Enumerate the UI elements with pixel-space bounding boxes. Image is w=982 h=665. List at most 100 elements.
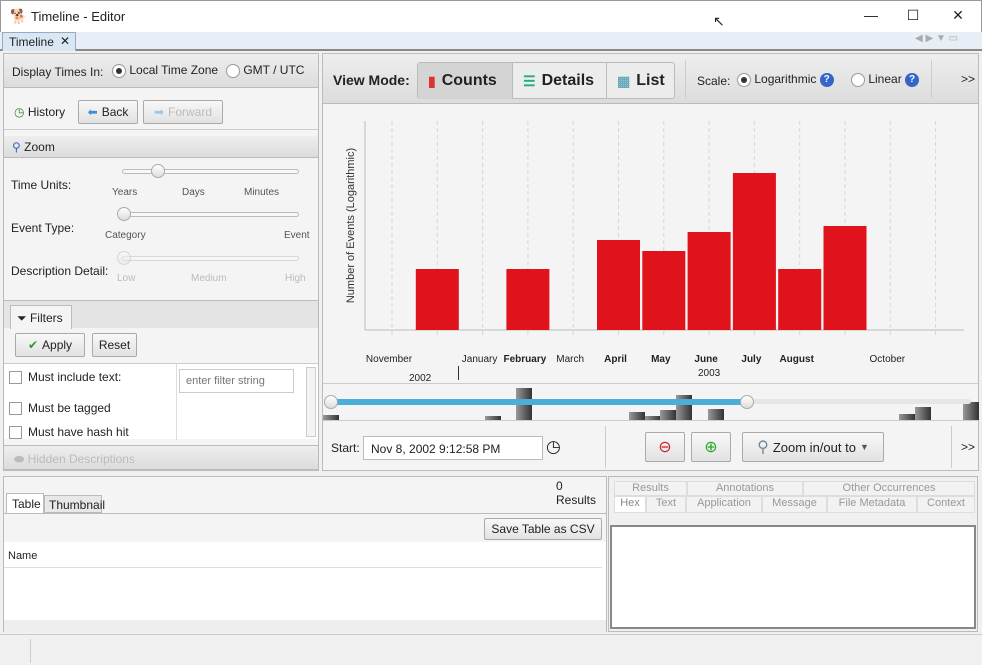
- save-csv-button[interactable]: Save Table as CSV: [484, 518, 602, 540]
- filter-text-input[interactable]: [179, 369, 294, 393]
- tab-thumbnail[interactable]: Thumbnail: [44, 495, 105, 513]
- tab-file-metadata[interactable]: File Metadata: [827, 496, 917, 513]
- details-icon: ☰: [523, 72, 536, 89]
- maximize-button[interactable]: ☐: [903, 7, 923, 27]
- tab-context[interactable]: Context: [917, 496, 975, 513]
- zoom-header[interactable]: ⚲ Zoom: [4, 136, 318, 158]
- tab-nav-icons[interactable]: ◀ ▶ ▼ ▭: [915, 33, 958, 44]
- start-date-input[interactable]: Nov 8, 2002 9:12:58 PM: [363, 436, 543, 460]
- histogram-bar: [645, 416, 661, 420]
- histogram-bar: [899, 414, 915, 420]
- timeline-panel: View Mode: ▮ Counts ☰ Details ▦ List Scale:…: [322, 53, 979, 471]
- results-count: 0 Results: [556, 479, 597, 507]
- details-mode-button[interactable]: ☰ Details: [513, 63, 607, 99]
- time-units-slider[interactable]: [122, 169, 299, 174]
- status-bar: [0, 634, 982, 665]
- zoom-to-dropdown[interactable]: ⚲ Zoom in/out to ▼: [742, 432, 884, 462]
- back-button[interactable]: ⬅ Back: [78, 100, 138, 124]
- filter-scrollbar[interactable]: [306, 367, 316, 437]
- close-tab-icon[interactable]: ✕: [60, 34, 70, 48]
- range-end-handle[interactable]: [740, 395, 754, 409]
- counts-mode-button[interactable]: ▮ Counts: [418, 63, 513, 99]
- local-tz-radio[interactable]: Local Time Zone: [112, 63, 218, 78]
- counts-chart: Number of Events (Logarithmic): [345, 121, 964, 335]
- view-toolbar: View Mode: ▮ Counts ☰ Details ▦ List Scale:…: [323, 54, 978, 104]
- description-detail-label: Description Detail:: [11, 264, 109, 278]
- linear-radio[interactable]: Linear ?: [851, 72, 920, 87]
- month-label: April: [604, 354, 627, 365]
- tab-annotations[interactable]: Annotations: [687, 481, 803, 496]
- month-label: June: [694, 354, 718, 365]
- reset-button[interactable]: Reset: [92, 333, 137, 357]
- zoom-out-button[interactable]: ⊖: [645, 432, 685, 462]
- close-button[interactable]: ✕: [948, 7, 968, 27]
- tab-timeline[interactable]: Timeline ✕: [2, 32, 76, 51]
- month-label: November: [365, 354, 413, 365]
- tab-table[interactable]: Table: [6, 493, 44, 513]
- month-label: January: [461, 354, 498, 365]
- event-type-label: Event Type:: [11, 221, 75, 235]
- content-viewer: Results Annotations Other Occurrences He…: [608, 476, 978, 632]
- view-mode-label: View Mode:: [333, 72, 410, 88]
- description-detail-slider: [122, 256, 299, 261]
- minimize-button[interactable]: —: [861, 7, 881, 27]
- bar-september-2003: [823, 226, 867, 330]
- eye-icon: ⬬: [14, 452, 25, 466]
- start-label: Start:: [331, 441, 360, 455]
- timezone-bar: Display Times In: Local Time Zone GMT / …: [4, 54, 318, 88]
- tab-hex[interactable]: Hex: [614, 496, 646, 513]
- magnifier-icon: ⚲: [12, 140, 21, 154]
- bar-may-2003: [642, 251, 686, 330]
- range-slider[interactable]: [323, 383, 979, 421]
- tab-other-occurrences[interactable]: Other Occurrences: [803, 481, 975, 496]
- tab-label: Timeline: [9, 35, 54, 49]
- bar-august-2003: [778, 269, 822, 330]
- back-arrow-icon: ⬅: [87, 105, 98, 119]
- editor-tab-bar: Timeline ✕ ◀ ▶ ▼ ▭: [0, 32, 982, 51]
- forward-button[interactable]: ➡ Forward: [143, 100, 223, 124]
- month-label: July: [741, 354, 762, 365]
- forward-arrow-icon: ➡: [153, 105, 165, 119]
- histogram-bar: [963, 402, 979, 420]
- filter-item[interactable]: Must have hash hit: [9, 425, 129, 440]
- more-toolbar-button[interactable]: >>: [961, 72, 975, 86]
- range-start-handle[interactable]: [324, 395, 338, 409]
- filter-item[interactable]: Must include text:: [9, 370, 121, 385]
- list-mode-button[interactable]: ▦ List: [607, 63, 675, 99]
- hidden-descriptions-header[interactable]: ⬬ Hidden Descriptions: [4, 445, 318, 470]
- tab-filters[interactable]: ⏷ Filters: [10, 305, 72, 329]
- bottom-toolbar: Start: Nov 8, 2002 9:12:58 PM ◷ ⊖ ⊕ ⚲ Zoo…: [323, 422, 978, 470]
- magnifier-icon: ⚲: [757, 439, 769, 456]
- gmt-radio[interactable]: GMT / UTC: [226, 63, 304, 78]
- scale-label: Scale:: [697, 74, 731, 88]
- tab-text[interactable]: Text: [646, 496, 686, 513]
- tab-application[interactable]: Application: [686, 496, 762, 513]
- histogram-bar: [660, 410, 676, 420]
- event-type-slider[interactable]: [122, 212, 299, 217]
- display-times-label: Display Times In:: [12, 65, 104, 79]
- bar-june-2003: [687, 232, 731, 330]
- filter-item[interactable]: Must be tagged: [9, 401, 111, 416]
- more-bottom-button[interactable]: >>: [961, 440, 975, 454]
- apply-button[interactable]: ✔ Apply: [15, 333, 85, 357]
- year-label: 2003: [698, 368, 721, 379]
- logarithmic-radio[interactable]: Logarithmic ?: [737, 72, 834, 87]
- clock-icon[interactable]: ◷: [546, 437, 561, 457]
- tab-message[interactable]: Message: [762, 496, 827, 513]
- table-icon: ▦: [617, 72, 631, 89]
- bar-july-2003: [732, 173, 776, 330]
- filter-list: Must include text: Must be tagged Must h…: [4, 363, 318, 440]
- event-type-thumb[interactable]: [117, 207, 131, 221]
- history-label: ◷ History: [14, 105, 66, 119]
- tab-results[interactable]: Results: [614, 481, 687, 496]
- month-label: August: [779, 354, 814, 365]
- histogram-bar: [915, 407, 931, 420]
- column-header-name[interactable]: Name: [4, 544, 602, 568]
- zoom-in-button[interactable]: ⊕: [691, 432, 731, 462]
- window-title: Timeline - Editor: [31, 9, 126, 24]
- y-axis-label: Number of Events (Logarithmic): [345, 148, 357, 303]
- dropdown-arrow-icon: ▼: [859, 442, 869, 452]
- range-selection[interactable]: [331, 399, 747, 405]
- zoom-in-icon: ⊕: [704, 439, 718, 456]
- time-units-thumb[interactable]: [151, 164, 165, 178]
